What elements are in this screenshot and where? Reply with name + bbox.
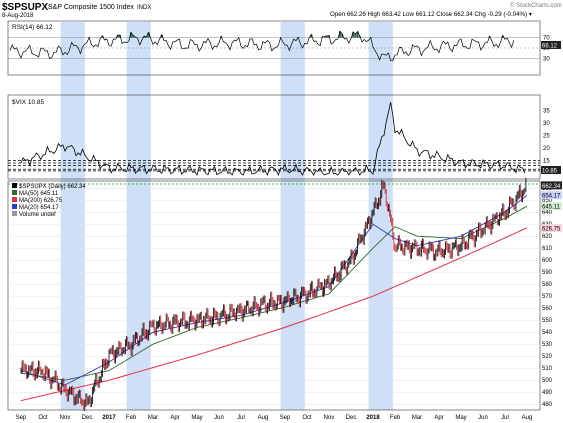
rsi-tick-70: 70 [543, 36, 550, 42]
x-tick-label: Aug [522, 415, 533, 421]
x-tick-label: Apr [434, 415, 443, 421]
vix-panel-frame [7, 94, 541, 180]
price-tick-560: 560 [542, 306, 553, 312]
price-tag-text-1: 654.17 [542, 194, 561, 200]
stock-chart: $SPSUPX S&P Composite 1500 Index INDX 8-… [2, 2, 562, 421]
legend-ma20-text: MA(20) 654.17 [19, 205, 59, 211]
exchange-label: INDX [137, 5, 151, 11]
vix-axis: 35 30 25 20 15 [543, 109, 550, 165]
price-tick-570: 570 [542, 294, 553, 300]
price-tick-500: 500 [542, 378, 553, 384]
vix-tick-30: 30 [543, 121, 550, 127]
vix-line [20, 102, 526, 177]
x-tick-label: May [191, 415, 202, 421]
symbol-description: S&P Composite 1500 Index [48, 4, 134, 11]
vix-reference-dashes [8, 160, 540, 172]
legend-item-volume: Volume undef [12, 211, 56, 218]
price-tag-text-0: 662.34 [542, 184, 561, 190]
price-tick-520: 520 [542, 354, 553, 360]
price-tick-530: 530 [542, 342, 553, 348]
price-tick-510: 510 [542, 366, 553, 372]
price-bars [20, 177, 527, 411]
chart-date: 8-Aug-2018 [2, 13, 34, 19]
price-gridlines [8, 187, 540, 405]
legend-item-ma50: MA(50) 645.11 [12, 190, 59, 197]
highlight-span-2 [280, 22, 305, 410]
x-tick-label: Sep [16, 415, 27, 421]
ma50-line [20, 205, 528, 381]
x-tick-label: Nov [324, 415, 335, 421]
x-tick-label: Mar [148, 415, 158, 421]
price-tag-text-2: 645.11 [542, 205, 561, 211]
ohlc-summary: Open 662.26 High 663.42 Low 661.12 Close… [330, 11, 532, 18]
rsi-line [9, 30, 515, 61]
x-tick-label: Dec [346, 415, 357, 421]
x-tick-label: Oct [38, 415, 48, 421]
rsi-tick-30: 30 [543, 56, 550, 62]
symbol-title: $SPSUPX [2, 2, 48, 13]
x-tick-label: Feb [390, 415, 401, 421]
x-tick-label: Sep [280, 415, 291, 421]
vix-current-text: 10.85 [542, 169, 558, 175]
x-tick-label: Dec [82, 415, 93, 421]
x-axis: Sep Oct Nov Dec 2017 Feb Mar Apr May Jun Jul Aug Sep… [16, 415, 533, 421]
price-tick-540: 540 [542, 330, 553, 336]
x-tick-label: Mar [412, 415, 422, 421]
vix-tick-35: 35 [543, 109, 550, 115]
price-tick-590: 590 [542, 270, 553, 276]
rsi-current-text: 66.12 [542, 44, 558, 50]
price-tag-text-3: 626.75 [542, 227, 561, 233]
x-tick-label: 2018 [366, 415, 380, 421]
x-tick-label: Feb [126, 415, 137, 421]
price-axis: 480 490 500 510 520 530 540 550 560 570 580 590 600 6… [542, 186, 553, 408]
x-tick-label: Aug [258, 415, 269, 421]
vix-tick-15: 15 [543, 159, 550, 165]
x-tick-label: 2017 [102, 415, 116, 421]
legend-volume-text: Volume undef [19, 212, 56, 218]
price-tick-480: 480 [542, 402, 553, 408]
x-tick-label: Apr [170, 415, 179, 421]
legend-price-text: $SPSUPX (Daily) 662.34 [19, 184, 86, 190]
x-tick-label: Nov [60, 415, 71, 421]
highlight-span-0 [60, 22, 85, 410]
legend-item-ma20: MA(20) 654.17 [12, 204, 59, 211]
price-tick-580: 580 [542, 282, 553, 288]
price-tick-490: 490 [542, 390, 553, 396]
x-tick-label: Jun [478, 415, 488, 421]
vix-panel-label: $VIX 10.85 [12, 99, 45, 106]
price-tick-600: 600 [542, 258, 553, 264]
watermark: © StockCharts.com [510, 2, 562, 9]
price-tick-620: 620 [542, 234, 553, 240]
price-tick-640: 640 [542, 210, 553, 216]
x-tick-label: Jul [501, 415, 509, 421]
rsi-panel-label: RSI(14) 66.12 [12, 24, 53, 31]
price-value-tags: 662.34 654.17 645.11 626.75 [541, 181, 562, 233]
legend-item-ma200: MA(200) 626.75 [12, 197, 63, 204]
x-tick-label: Oct [302, 415, 312, 421]
legend-item-price: $SPSUPX (Daily) 662.34 [12, 183, 86, 190]
x-tick-label: May [455, 415, 466, 421]
vix-tick-25: 25 [543, 134, 550, 140]
legend-ma50-text: MA(50) 645.11 [19, 191, 59, 197]
x-tick-label: Jun [214, 415, 224, 421]
ma20-line [20, 195, 528, 386]
price-tick-550: 550 [542, 318, 553, 324]
highlight-span-1 [126, 22, 151, 410]
legend-ma200-text: MA(200) 626.75 [19, 198, 63, 204]
vix-tick-20: 20 [543, 146, 550, 152]
price-tick-610: 610 [542, 246, 553, 252]
x-tick-label: Jul [237, 415, 245, 421]
